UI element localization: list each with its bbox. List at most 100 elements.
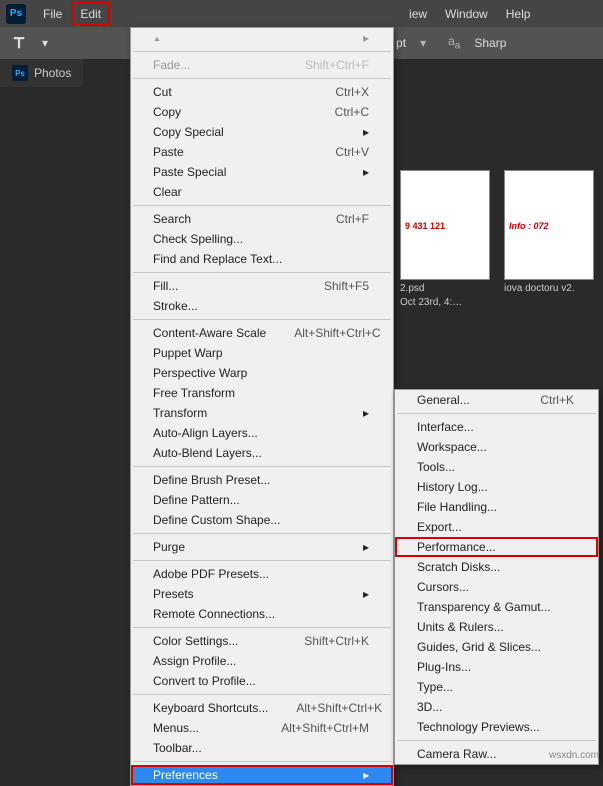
menu-shortcut: Alt+Shift+Ctrl+K	[296, 701, 382, 715]
menu-item-label: Define Pattern...	[153, 493, 240, 507]
menu-item-label: Type...	[417, 680, 453, 694]
thumbnail[interactable]: 9 431 121 2.psd Oct 23rd, 4:…	[400, 170, 490, 308]
pref-menu-history-log[interactable]: History Log...	[395, 477, 598, 497]
edit-menu-remote-connections[interactable]: Remote Connections...	[131, 604, 393, 624]
edit-menu-paste-special[interactable]: Paste Special▸	[131, 162, 393, 182]
edit-menu-transform[interactable]: Transform▸	[131, 403, 393, 423]
edit-menu-clear[interactable]: Clear	[131, 182, 393, 202]
menu-shortcut: Ctrl+C	[335, 105, 369, 119]
menu-shortcut: Ctrl+F	[336, 212, 369, 226]
edit-menu-purge[interactable]: Purge ▸	[131, 537, 393, 557]
pref-menu-export[interactable]: Export...	[395, 517, 598, 537]
edit-menu-perspective-warp[interactable]: Perspective Warp	[131, 363, 393, 383]
pref-menu-tools[interactable]: Tools...	[395, 457, 598, 477]
edit-menu-toolbar[interactable]: Toolbar...	[131, 738, 393, 758]
menu-item-label: Purge	[153, 540, 185, 554]
edit-menu-fade: Fade...Shift+Ctrl+F	[131, 55, 393, 75]
menu-item-label: Paste	[153, 145, 184, 159]
menu-item-label: Define Custom Shape...	[153, 513, 280, 527]
edit-menu-color-settings[interactable]: Color Settings...Shift+Ctrl+K	[131, 631, 393, 651]
menu-item-label: Copy	[153, 105, 181, 119]
menu-item-label: Adobe PDF Presets...	[153, 567, 269, 581]
pref-menu-file-handling[interactable]: File Handling...	[395, 497, 598, 517]
menu-help[interactable]: Help	[497, 2, 540, 26]
pref-menu-performance[interactable]: Performance...	[395, 537, 598, 557]
submenu-arrow-icon: ▸	[363, 165, 369, 179]
menu-item-label: Performance...	[417, 540, 496, 554]
menu-item-label: Define Brush Preset...	[153, 473, 270, 487]
menu-item-label: Free Transform	[153, 386, 235, 400]
menu-item-label: Plug-Ins...	[417, 660, 471, 674]
menu-item-label: Menus...	[153, 721, 199, 735]
menu-item-label: Puppet Warp	[153, 346, 223, 360]
menu-item-label: Search	[153, 212, 191, 226]
edit-menu-assign-profile[interactable]: Assign Profile...	[131, 651, 393, 671]
edit-menu-find-and-replace-text[interactable]: Find and Replace Text...	[131, 249, 393, 269]
edit-menu-convert-to-profile[interactable]: Convert to Profile...	[131, 671, 393, 691]
document-tab[interactable]: Ps Photos	[0, 59, 83, 87]
menu-shortcut: Shift+Ctrl+F	[305, 58, 369, 72]
edit-menu-auto-blend-layers[interactable]: Auto-Blend Layers...	[131, 443, 393, 463]
pref-menu-scratch-disks[interactable]: Scratch Disks...	[395, 557, 598, 577]
menu-item-label: Check Spelling...	[153, 232, 243, 246]
pref-menu-workspace[interactable]: Workspace...	[395, 437, 598, 457]
antialias-value[interactable]: Sharp	[474, 36, 506, 50]
menu-item-label: Guides, Grid & Slices...	[417, 640, 541, 654]
edit-menu-define-pattern[interactable]: Define Pattern...	[131, 490, 393, 510]
edit-menu-copy[interactable]: Copy Ctrl+C	[131, 102, 393, 122]
edit-menu-check-spelling[interactable]: Check Spelling...	[131, 229, 393, 249]
tool-dropdown-icon[interactable]: ▾	[42, 36, 48, 50]
menu-shortcut: Alt+Shift+Ctrl+C	[294, 326, 380, 340]
menu-shortcut: Ctrl+V	[335, 145, 369, 159]
thumbnail[interactable]: Info : 072 iova doctoru v2.	[504, 170, 594, 308]
menu-shortcut: Shift+F5	[324, 279, 369, 293]
pref-menu-units-rulers[interactable]: Units & Rulers...	[395, 617, 598, 637]
edit-menu-cut[interactable]: CutCtrl+X	[131, 82, 393, 102]
pref-menu-guides-grid-slices[interactable]: Guides, Grid & Slices...	[395, 637, 598, 657]
menu-shortcut: Shift+Ctrl+K	[304, 634, 369, 648]
edit-menu-puppet-warp[interactable]: Puppet Warp	[131, 343, 393, 363]
edit-menu-paste[interactable]: Paste Ctrl+V	[131, 142, 393, 162]
menu-view[interactable]: iew	[400, 2, 436, 26]
menu-window[interactable]: Window	[436, 2, 497, 26]
edit-menu-stroke[interactable]: Stroke...	[131, 296, 393, 316]
edit-menu-copy-special[interactable]: Copy Special▸	[131, 122, 393, 142]
pref-menu-plug-ins[interactable]: Plug-Ins...	[395, 657, 598, 677]
menu-item-label: Clear	[153, 185, 182, 199]
edit-menu-search[interactable]: Search Ctrl+F	[131, 209, 393, 229]
edit-menu-presets[interactable]: Presets ▸	[131, 584, 393, 604]
menu-item-label: Auto-Align Layers...	[153, 426, 258, 440]
menu-item-label: General...	[417, 393, 470, 407]
app-logo: Ps	[6, 4, 26, 24]
pref-menu-interface[interactable]: Interface...	[395, 417, 598, 437]
edit-menu-free-transform[interactable]: Free Transform	[131, 383, 393, 403]
edit-menu-define-custom-shape[interactable]: Define Custom Shape...	[131, 510, 393, 530]
pref-menu-general[interactable]: General... Ctrl+K	[395, 390, 598, 410]
menu-file[interactable]: File	[34, 2, 71, 26]
edit-menu-define-brush-preset[interactable]: Define Brush Preset...	[131, 470, 393, 490]
pref-menu-transparency-gamut[interactable]: Transparency & Gamut...	[395, 597, 598, 617]
ps-icon: Ps	[12, 65, 28, 81]
edit-menu-auto-align-layers[interactable]: Auto-Align Layers...	[131, 423, 393, 443]
pref-menu-cursors[interactable]: Cursors...	[395, 577, 598, 597]
edit-menu-content-aware-scale[interactable]: Content-Aware ScaleAlt+Shift+Ctrl+C	[131, 323, 393, 343]
menu-item-label: Presets	[153, 587, 194, 601]
menu-item-label: Units & Rulers...	[417, 620, 504, 634]
menu-item-label: Cursors...	[417, 580, 469, 594]
edit-menu-preferences[interactable]: Preferences▸	[131, 765, 393, 785]
edit-menu-menus[interactable]: Menus...Alt+Shift+Ctrl+M	[131, 718, 393, 738]
submenu-arrow-icon: ▸	[363, 125, 369, 139]
menu-shortcut: Ctrl+K	[540, 393, 574, 407]
submenu-arrow-icon: ▸	[363, 540, 369, 554]
menu-edit[interactable]: Edit	[71, 2, 110, 26]
pref-menu-type[interactable]: Type...	[395, 677, 598, 697]
edit-menu-keyboard-shortcuts[interactable]: Keyboard Shortcuts...Alt+Shift+Ctrl+K	[131, 698, 393, 718]
pref-menu-3d[interactable]: 3D...	[395, 697, 598, 717]
recent-thumbnails: 9 431 121 2.psd Oct 23rd, 4:… Info : 072…	[400, 170, 594, 308]
edit-menu-adobe-pdf-presets[interactable]: Adobe PDF Presets...	[131, 564, 393, 584]
pref-menu-technology-previews[interactable]: Technology Previews...	[395, 717, 598, 737]
edit-menu-fill[interactable]: Fill...Shift+F5	[131, 276, 393, 296]
submenu-arrow-icon: ▸	[363, 587, 369, 601]
menu-item-label: Tools...	[417, 460, 455, 474]
menu-item-label: File Handling...	[417, 500, 497, 514]
